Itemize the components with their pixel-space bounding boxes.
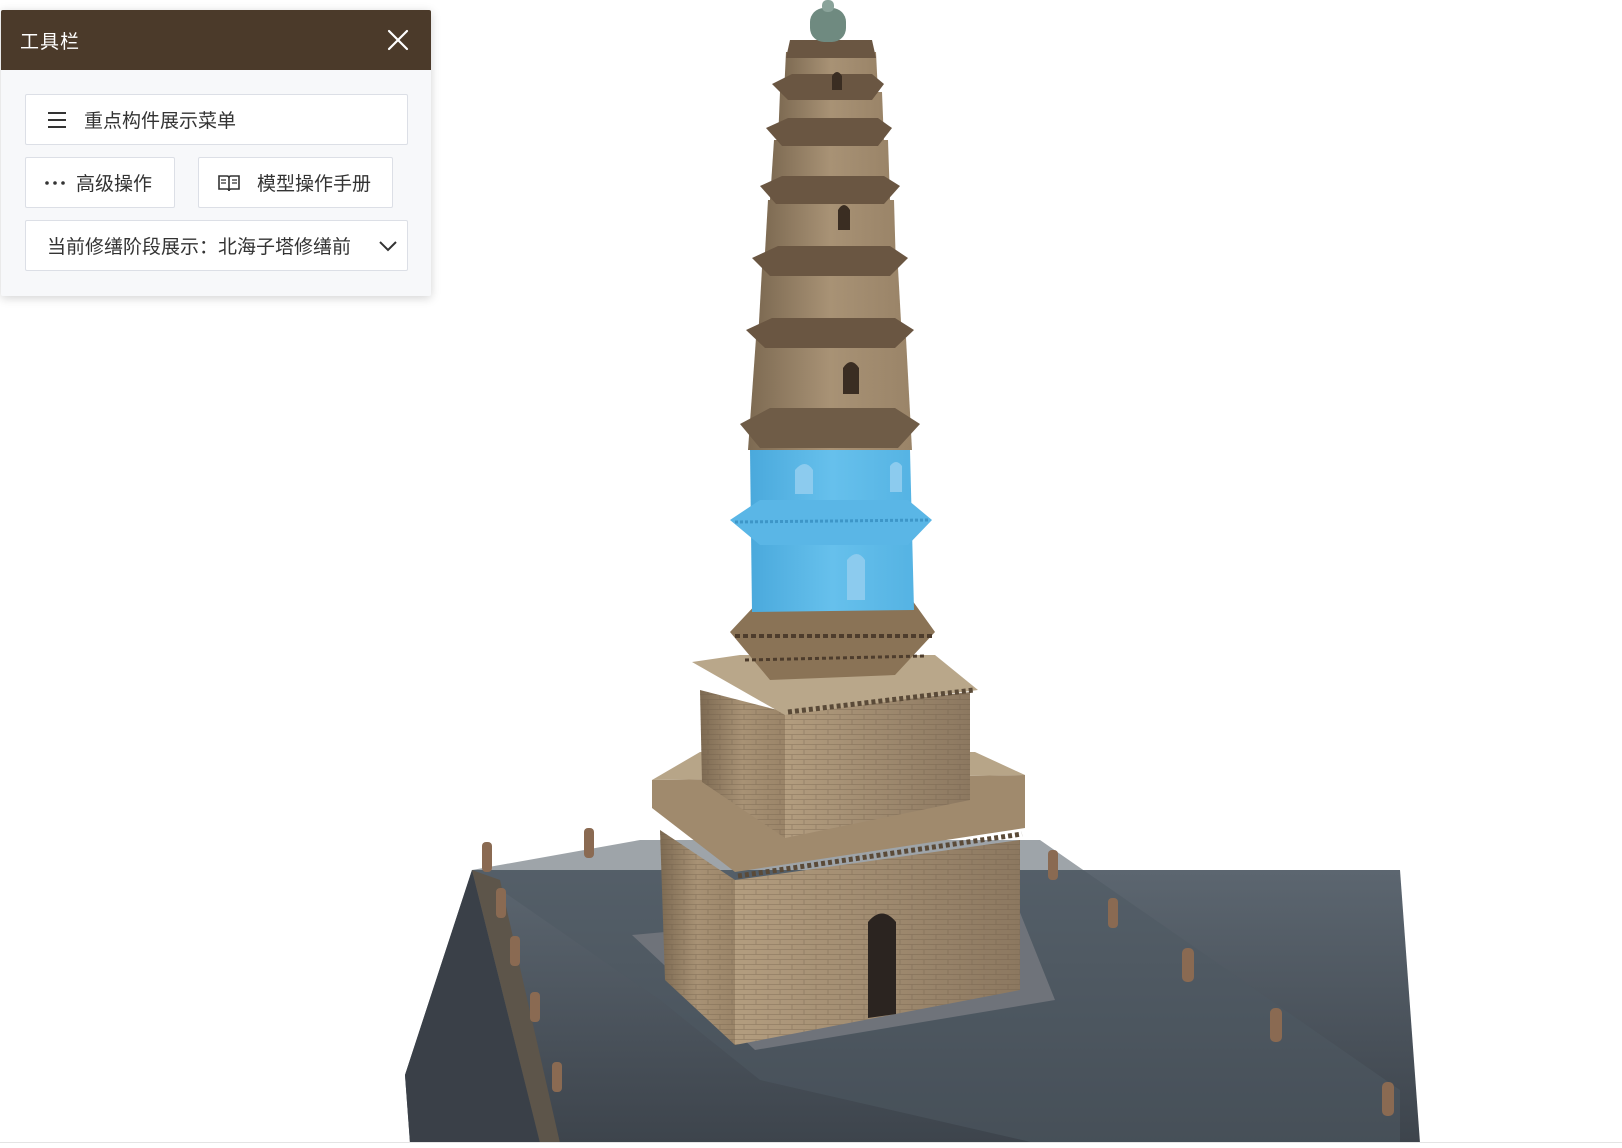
model-manual-label: 模型操作手册 bbox=[257, 173, 372, 195]
close-icon bbox=[387, 29, 409, 51]
toolbar-title: 工具栏 bbox=[20, 30, 81, 53]
advanced-operations-button[interactable]: 高级操作 bbox=[25, 157, 175, 208]
close-button[interactable] bbox=[383, 25, 413, 55]
list-menu-icon bbox=[46, 111, 68, 129]
model-viewport[interactable]: 工具栏 重点构件展示菜单 高级操作 模型操作手册 当前修缮阶段展示：北海子塔修缮… bbox=[0, 0, 1622, 1148]
bottom-border bbox=[0, 1142, 1622, 1143]
toolbar-panel: 工具栏 重点构件展示菜单 高级操作 模型操作手册 当前修缮阶段展示：北海子塔修缮… bbox=[1, 10, 431, 296]
highlighted-tier-blue bbox=[730, 450, 932, 612]
book-icon bbox=[217, 173, 241, 193]
stage-select-value: 北海子塔修缮前 bbox=[218, 236, 352, 258]
pagoda-upper-tiers bbox=[740, 0, 920, 450]
stage-select-prefix: 当前修缮阶段展示： bbox=[47, 236, 219, 258]
key-components-menu-label: 重点构件展示菜单 bbox=[84, 110, 237, 132]
toolbar-header: 工具栏 bbox=[1, 10, 431, 70]
restoration-stage-text: 当前修缮阶段展示：北海子塔修缮前 bbox=[47, 232, 351, 259]
more-dots-icon bbox=[44, 180, 66, 186]
model-manual-button[interactable]: 模型操作手册 bbox=[198, 157, 393, 208]
restoration-stage-select[interactable]: 当前修缮阶段展示：北海子塔修缮前 bbox=[25, 220, 408, 271]
key-components-menu-button[interactable]: 重点构件展示菜单 bbox=[25, 94, 408, 145]
chevron-down-icon bbox=[379, 240, 397, 252]
toolbar-body: 重点构件展示菜单 高级操作 模型操作手册 当前修缮阶段展示：北海子塔修缮前 bbox=[1, 70, 431, 296]
advanced-operations-label: 高级操作 bbox=[76, 173, 153, 195]
